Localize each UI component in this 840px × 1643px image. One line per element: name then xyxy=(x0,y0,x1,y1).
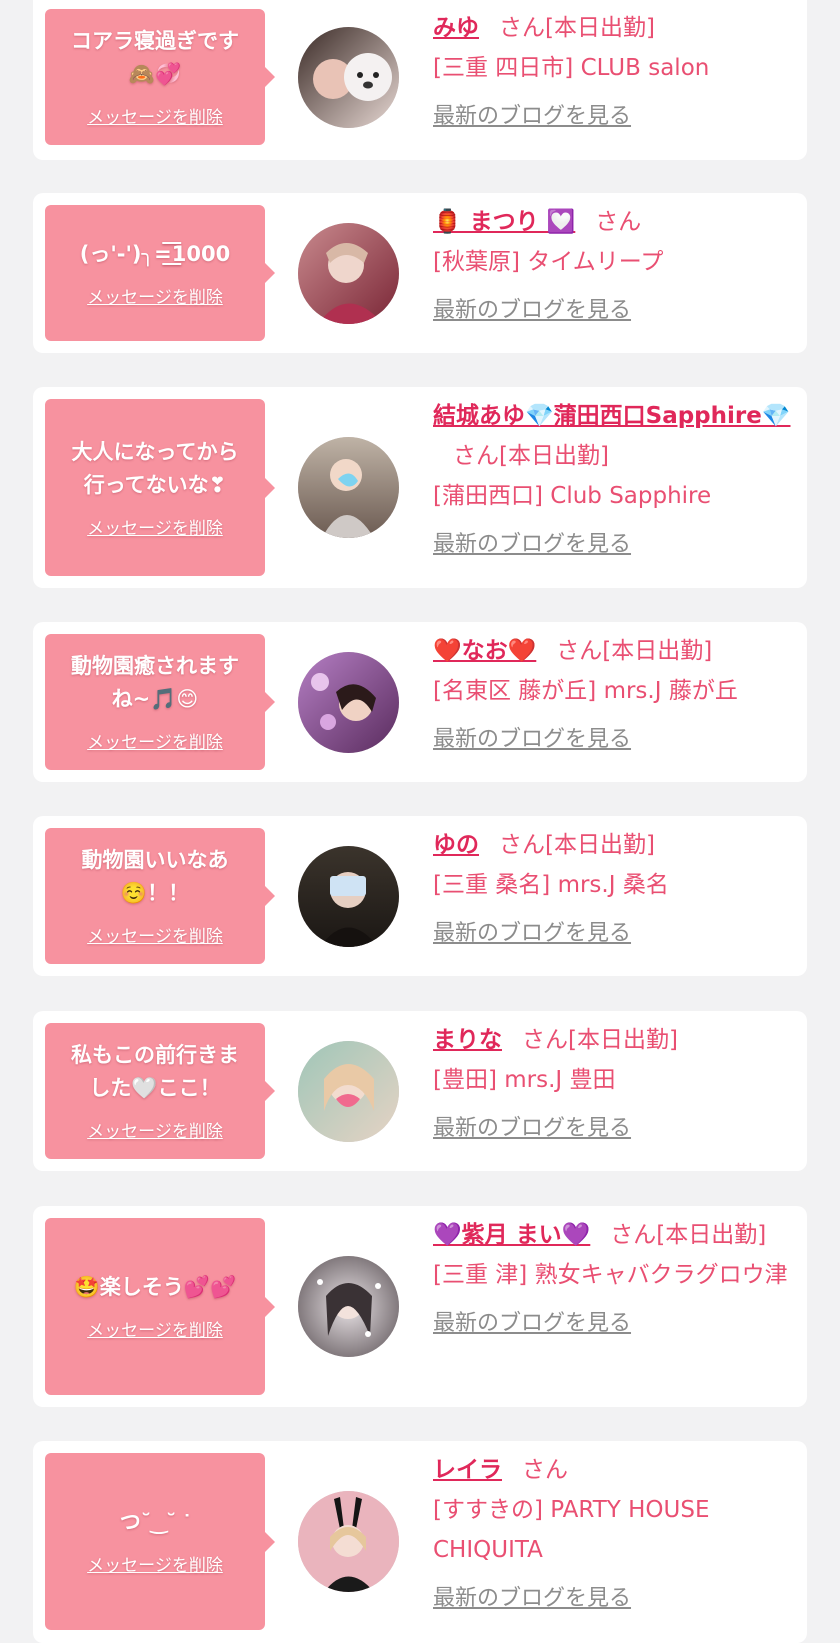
message-bubble: コアラ寝過ぎです 🙈💞 メッセージを削除 xyxy=(45,9,275,145)
shop-label: [すすきの] PARTY HOUSE CHIQUITA xyxy=(433,1497,710,1563)
girl-name-link[interactable]: レイラ xyxy=(433,1457,502,1483)
name-line: 結城あゆ💎蒲田西口Sapphire💎 さん[本日出勤] xyxy=(433,396,803,476)
latest-blog-link[interactable]: 最新のブログを見る xyxy=(433,725,631,755)
name-line: まりな さん[本日出勤] xyxy=(433,1020,803,1060)
message-text: 動物園いいなあ ☺️！！ xyxy=(81,848,229,905)
delete-message-link[interactable]: メッセージを削除 xyxy=(87,732,223,754)
shop-label: [三重 桑名] mrs.J 桑名 xyxy=(433,872,669,898)
profile-info: レイラ さん [すすきの] PARTY HOUSE CHIQUITA 最新のブログ… xyxy=(433,1450,803,1614)
name-line: みゆ さん[本日出勤] xyxy=(433,8,803,48)
name-suffix: さん[本日出勤] xyxy=(522,1027,678,1053)
delete-message-link[interactable]: メッセージを削除 xyxy=(87,1121,223,1143)
name-line: 🏮 まつり 💟 さん xyxy=(433,202,803,242)
avatar[interactable] xyxy=(298,846,399,947)
avatar[interactable] xyxy=(298,223,399,324)
avatar[interactable] xyxy=(298,1041,399,1142)
profile-info: ゆの さん[本日出勤] [三重 桑名] mrs.J 桑名 最新のブログを見る xyxy=(433,825,803,949)
avatar[interactable] xyxy=(298,652,399,753)
girl-name-link[interactable]: まりな xyxy=(433,1027,502,1053)
latest-blog-link[interactable]: 最新のブログを見る xyxy=(433,919,631,949)
message-card: つ˘ ͜ ˘ ᐝ メッセージを削除 レイラ さん [すすきの] PARTY HOU… xyxy=(33,1441,807,1643)
latest-blog-link[interactable]: 最新のブログを見る xyxy=(433,530,631,560)
latest-blog-link[interactable]: 最新のブログを見る xyxy=(433,1309,631,1339)
message-bubble: 🤩楽しそう💕💕 メッセージを削除 xyxy=(45,1218,275,1395)
profile-info: 🏮 まつり 💟 さん [秋葉原] タイムリープ 最新のブログを見る xyxy=(433,202,803,326)
name-suffix: さん xyxy=(595,209,642,235)
message-card: 大人になってから 行ってないな❣ メッセージを削除 結城あゆ💎蒲田西口Sapph… xyxy=(33,387,807,588)
profile-info: ❤️なお❤️ さん[本日出勤] [名東区 藤が丘] mrs.J 藤が丘 最新のブロ… xyxy=(433,631,803,755)
message-card: 私もこの前行きま した🤍ここ！ メッセージを削除 まりな さん[本日出勤] [豊田… xyxy=(33,1011,807,1171)
delete-message-link[interactable]: メッセージを削除 xyxy=(87,287,223,309)
avatar[interactable] xyxy=(298,437,399,538)
girl-name-link[interactable]: ゆの xyxy=(433,832,479,858)
profile-info: みゆ さん[本日出勤] [三重 四日市] CLUB salon 最新のブログを見る xyxy=(433,8,803,132)
shop-label: [名東区 藤が丘] mrs.J 藤が丘 xyxy=(433,678,738,704)
shop-label: [蒲田西口] Club Sapphire xyxy=(433,483,712,509)
message-text: 私もこの前行きま した🤍ここ！ xyxy=(71,1043,239,1100)
profile-info: 💜紫月 まい💜 さん[本日出勤] [三重 津] 熟女キャバクラグロウ津 最新のブロ… xyxy=(433,1215,803,1339)
name-suffix: さん[本日出勤] xyxy=(499,832,655,858)
message-card: (っ'-')╮=͟͟͞͞1000 メッセージを削除 🏮 まつり 💟 さん [秋葉原… xyxy=(33,193,807,353)
shop-label: [三重 四日市] CLUB salon xyxy=(433,55,710,81)
name-suffix: さん[本日出勤] xyxy=(556,638,713,664)
name-suffix: さん[本日出勤] xyxy=(499,15,655,41)
delete-message-link[interactable]: メッセージを削除 xyxy=(87,518,223,540)
delete-message-link[interactable]: メッセージを削除 xyxy=(87,1320,223,1342)
avatar[interactable] xyxy=(298,1256,399,1357)
latest-blog-link[interactable]: 最新のブログを見る xyxy=(433,1584,631,1614)
message-card: コアラ寝過ぎです 🙈💞 メッセージを削除 みゆ さん[本日出勤] [三重 四日市]… xyxy=(33,0,807,160)
message-bubble: 大人になってから 行ってないな❣ メッセージを削除 xyxy=(45,399,275,576)
message-text: 🤩楽しそう💕💕 xyxy=(73,1275,237,1299)
message-text: つ˘ ͜ ˘ ᐝ xyxy=(119,1510,191,1534)
avatar[interactable] xyxy=(298,1491,399,1592)
message-bubble: 私もこの前行きま した🤍ここ！ メッセージを削除 xyxy=(45,1023,275,1159)
message-card: 動物園いいなあ ☺️！！ メッセージを削除 ゆの さん[本日出勤] [三重 桑名]… xyxy=(33,816,807,976)
message-list: コアラ寝過ぎです 🙈💞 メッセージを削除 みゆ さん[本日出勤] [三重 四日市]… xyxy=(0,0,840,1643)
message-bubble: 動物園いいなあ ☺️！！ メッセージを削除 xyxy=(45,828,275,964)
girl-name-link[interactable]: ❤️なお❤️ xyxy=(433,638,536,664)
girl-name-link[interactable]: 結城あゆ💎蒲田西口Sapphire💎 xyxy=(433,403,791,429)
message-card: 🤩楽しそう💕💕 メッセージを削除 💜紫月 まい💜 さん[本日出勤] [三重 津] … xyxy=(33,1206,807,1407)
name-suffix: さん[本日出勤] xyxy=(610,1222,767,1248)
message-bubble: つ˘ ͜ ˘ ᐝ メッセージを削除 xyxy=(45,1453,275,1630)
latest-blog-link[interactable]: 最新のブログを見る xyxy=(433,102,631,132)
delete-message-link[interactable]: メッセージを削除 xyxy=(87,107,223,129)
shop-label: [豊田] mrs.J 豊田 xyxy=(433,1067,616,1093)
girl-name-link[interactable]: 🏮 まつり 💟 xyxy=(433,209,575,235)
message-bubble: 動物園癒されます ね~🎵😊 メッセージを削除 xyxy=(45,634,275,770)
delete-message-link[interactable]: メッセージを削除 xyxy=(87,926,223,948)
message-bubble: (っ'-')╮=͟͟͞͞1000 メッセージを削除 xyxy=(45,205,275,341)
message-text: 大人になってから 行ってないな❣ xyxy=(71,439,239,497)
shop-label: [三重 津] 熟女キャバクラグロウ津 xyxy=(433,1262,788,1288)
profile-info: まりな さん[本日出勤] [豊田] mrs.J 豊田 最新のブログを見る xyxy=(433,1020,803,1144)
name-line: レイラ さん xyxy=(433,1450,803,1490)
avatar[interactable] xyxy=(298,27,399,128)
latest-blog-link[interactable]: 最新のブログを見る xyxy=(433,1114,631,1144)
name-line: ❤️なお❤️ さん[本日出勤] xyxy=(433,631,803,671)
message-card: 動物園癒されます ね~🎵😊 メッセージを削除 ❤️なお❤️ さん[本日出勤] [名… xyxy=(33,622,807,782)
message-text: コアラ寝過ぎです 🙈💞 xyxy=(71,29,239,86)
girl-name-link[interactable]: みゆ xyxy=(433,15,479,41)
profile-info: 結城あゆ💎蒲田西口Sapphire💎 さん[本日出勤] [蒲田西口] Club S… xyxy=(433,396,803,560)
shop-label: [秋葉原] タイムリープ xyxy=(433,249,664,275)
message-text: (っ'-')╮=͟͟͞͞1000 xyxy=(79,241,231,266)
name-line: 💜紫月 まい💜 さん[本日出勤] xyxy=(433,1215,803,1255)
name-suffix: さん xyxy=(522,1457,568,1483)
delete-message-link[interactable]: メッセージを削除 xyxy=(87,1555,223,1577)
message-text: 動物園癒されます ね~🎵😊 xyxy=(71,654,239,711)
name-line: ゆの さん[本日出勤] xyxy=(433,825,803,865)
latest-blog-link[interactable]: 最新のブログを見る xyxy=(433,296,631,326)
name-suffix: さん[本日出勤] xyxy=(453,443,609,469)
girl-name-link[interactable]: 💜紫月 まい💜 xyxy=(433,1222,590,1248)
